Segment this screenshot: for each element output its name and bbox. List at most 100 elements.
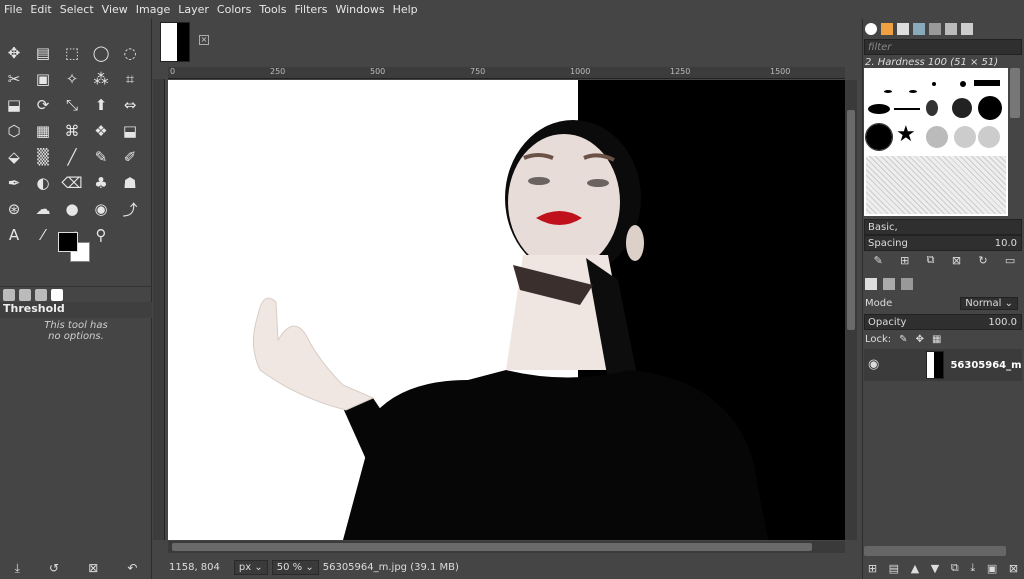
layer-item[interactable]: ◉ 56305964_m.j: [864, 349, 1022, 381]
shear-tool-icon[interactable]: ⬆: [90, 94, 112, 116]
brush-tab-icon[interactable]: [961, 23, 973, 35]
brush-item[interactable]: [974, 80, 1000, 86]
brush-item-selected[interactable]: [865, 123, 893, 151]
unit-select[interactable]: px ⌄: [233, 559, 268, 575]
new-brush-icon[interactable]: ⊞: [900, 254, 909, 267]
crop-tool-icon[interactable]: ⌗: [119, 68, 141, 90]
horizontal-scrollbar-thumb[interactable]: [172, 543, 812, 551]
menu-layer[interactable]: Layer: [178, 3, 209, 16]
airbrush-tool-icon[interactable]: ✐: [119, 146, 141, 168]
ink-tool-icon[interactable]: ✒: [3, 172, 25, 194]
open-brush-folder-icon[interactable]: ▭: [1005, 254, 1015, 267]
clone-tool-icon[interactable]: ♣: [90, 172, 112, 194]
layers-tab-icon[interactable]: [865, 278, 877, 290]
menu-view[interactable]: View: [102, 3, 128, 16]
brush-item[interactable]: [894, 108, 920, 110]
mode-select[interactable]: Normal ⌄: [960, 296, 1018, 310]
visibility-eye-icon[interactable]: ◉: [868, 357, 879, 372]
patterns-tab-icon[interactable]: [881, 23, 893, 35]
lock-alpha-icon[interactable]: ▦: [932, 334, 941, 345]
menu-windows[interactable]: Windows: [335, 3, 384, 16]
rect-select-tool-icon[interactable]: ⬚: [61, 42, 83, 64]
zoom-select[interactable]: 50 % ⌄: [271, 559, 319, 575]
brush-filter-input[interactable]: filter: [864, 39, 1022, 55]
smudge-tool-icon[interactable]: ☁: [32, 198, 54, 220]
menu-tools[interactable]: Tools: [259, 3, 286, 16]
lower-layer-icon[interactable]: ▼: [931, 562, 939, 575]
image-canvas[interactable]: [168, 80, 845, 540]
fg-bg-colors[interactable]: [58, 230, 94, 262]
menu-filters[interactable]: Filters: [294, 3, 327, 16]
handle-transform-tool-icon[interactable]: ❖: [90, 120, 112, 142]
brush-grid[interactable]: ★: [864, 68, 1008, 216]
brush-item[interactable]: [954, 126, 976, 148]
mypaint-tool-icon[interactable]: ◐: [32, 172, 54, 194]
menu-colors[interactable]: Colors: [217, 3, 251, 16]
heal-tool-icon[interactable]: ☗: [119, 172, 141, 194]
flip-tool-icon[interactable]: ⇔: [119, 94, 141, 116]
free-select-tool-icon[interactable]: ◌: [119, 42, 141, 64]
pointer-tab-icon[interactable]: [945, 23, 957, 35]
menu-edit[interactable]: Edit: [30, 3, 51, 16]
channels-tab-icon[interactable]: [883, 278, 895, 290]
brush-item[interactable]: [978, 126, 1000, 148]
foreground-select-tool-icon[interactable]: ▣: [32, 68, 54, 90]
delete-layer-icon[interactable]: ⊠: [1009, 562, 1018, 575]
paths-tool-icon[interactable]: ⤴: [119, 198, 141, 220]
scissors-tool-icon[interactable]: ✂: [3, 68, 25, 90]
brush-item[interactable]: [868, 104, 890, 114]
device-status-tab-icon[interactable]: [3, 288, 15, 301]
scale-tool-icon[interactable]: ⤡: [61, 94, 83, 116]
color-picker-tool-icon[interactable]: ⁄: [32, 224, 54, 246]
brush-item[interactable]: [884, 90, 892, 93]
image-tab-thumbnail[interactable]: [160, 22, 190, 62]
gradient-tool-icon[interactable]: ▒: [32, 146, 54, 168]
eraser-tool-icon[interactable]: ⌫: [61, 172, 83, 194]
paths-tab-icon[interactable]: [901, 278, 913, 290]
rotate-tool-icon[interactable]: ⟳: [32, 94, 54, 116]
brush-scrollbar[interactable]: [1010, 68, 1020, 118]
foreground-color-swatch[interactable]: [58, 232, 78, 252]
merge-layer-icon[interactable]: ⤓: [970, 561, 975, 575]
brush-item[interactable]: [978, 96, 1002, 120]
layers-hscroll[interactable]: [864, 546, 1006, 556]
document-history-tab-icon[interactable]: [929, 23, 941, 35]
brush-item[interactable]: [926, 126, 948, 148]
edit-brush-icon[interactable]: ✎: [874, 254, 883, 267]
new-layer-icon[interactable]: ⊞: [868, 562, 877, 575]
fuzzy-select-tool-icon[interactable]: ✧: [61, 68, 83, 90]
dodge-burn-tool-icon[interactable]: ◉: [90, 198, 112, 220]
spacing-slider[interactable]: Spacing 10.0: [864, 235, 1022, 251]
warp-tool-icon[interactable]: ⌘: [61, 120, 83, 142]
new-group-icon[interactable]: ▤: [889, 562, 899, 575]
move-tool-icon[interactable]: ✥: [3, 42, 25, 64]
duplicate-brush-icon[interactable]: ⧉: [927, 253, 935, 267]
text-tool-icon[interactable]: A: [3, 224, 25, 246]
duplicate-layer-icon[interactable]: ⧉: [951, 561, 959, 575]
save-options-icon[interactable]: ⤓: [15, 561, 20, 576]
restore-options-icon[interactable]: ↺: [49, 561, 59, 575]
brush-item[interactable]: [909, 90, 917, 93]
raise-layer-icon[interactable]: ▲: [911, 562, 919, 575]
perspective-tool-icon[interactable]: ⬡: [3, 120, 25, 142]
paintbrush-tool-icon[interactable]: ╱: [61, 146, 83, 168]
brush-texture-items[interactable]: [866, 156, 1006, 214]
brush-item[interactable]: [960, 81, 966, 87]
menu-file[interactable]: File: [4, 3, 22, 16]
3d-transform-tool-icon[interactable]: ⬓: [119, 120, 141, 142]
refresh-brushes-icon[interactable]: ↻: [978, 254, 987, 267]
bucket-fill-tool-icon[interactable]: ⬙: [3, 146, 25, 168]
blur-tool-icon[interactable]: ●: [61, 198, 83, 220]
align-tool-icon[interactable]: ▤: [32, 42, 54, 64]
delete-brush-icon[interactable]: ⊠: [952, 254, 961, 267]
by-color-select-tool-icon[interactable]: ⁂: [90, 68, 112, 90]
images-tab-icon[interactable]: [913, 23, 925, 35]
vertical-scrollbar-thumb[interactable]: [847, 110, 855, 330]
brush-item[interactable]: [926, 100, 938, 116]
menu-help[interactable]: Help: [393, 3, 418, 16]
lock-pixels-icon[interactable]: ✎: [899, 334, 907, 345]
cage-tool-icon[interactable]: ▦: [32, 120, 54, 142]
menu-select[interactable]: Select: [60, 3, 94, 16]
close-icon[interactable]: ×: [199, 35, 209, 45]
unified-transform-tool-icon[interactable]: ⬓: [3, 94, 25, 116]
